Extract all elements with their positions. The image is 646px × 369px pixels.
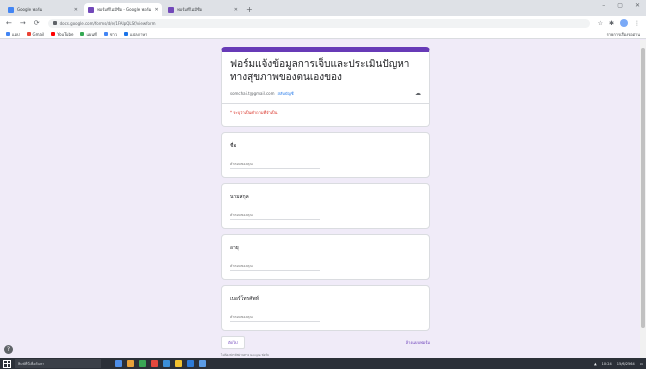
lock-icon (52, 21, 57, 25)
cloud-icon: ☁ (415, 90, 421, 97)
question-label: ชื่อ (230, 143, 237, 149)
forward-icon[interactable]: → (20, 16, 26, 30)
extensions-icon[interactable]: ✱ (609, 20, 614, 27)
question-label: นามสกุล (230, 194, 249, 200)
bookmark-translate[interactable]: แปลภาษา (124, 31, 147, 38)
answer-input-2[interactable] (230, 213, 320, 220)
required-note: * ระบุว่าเป็นคำถามที่จำเป็น (230, 110, 278, 115)
reload-icon[interactable]: ⟳ (34, 16, 40, 30)
account-row: somchai.t@gmail.com สลับบัญชี ☁ (230, 90, 421, 97)
bookmark-youtube[interactable]: YouTube (51, 32, 73, 37)
bookmark-news[interactable]: ข่าว (103, 31, 117, 38)
answer-input-3[interactable] (230, 264, 320, 271)
taskbar-app-icon[interactable] (127, 360, 134, 367)
taskbar-search[interactable]: พิมพ์ที่นี่เพื่อค้นหา (15, 359, 101, 368)
question-card-4: เบอร์โทรศัพท์ (221, 285, 430, 331)
windows-start-icon[interactable] (3, 359, 11, 368)
menu-icon[interactable]: ⋮ (634, 20, 640, 27)
star-icon[interactable]: ☆ (598, 20, 603, 27)
taskbar-search-text: พิมพ์ที่นี่เพื่อค้นหา (18, 361, 45, 366)
new-tab-button[interactable]: + (246, 3, 253, 16)
page-content: ฟอร์มแจ้งข้อมูลการเจ็บและประเมินปัญหาทาง… (0, 40, 640, 358)
bookmark-apps[interactable]: แอป (6, 31, 20, 38)
form-title: ฟอร์มแจ้งข้อมูลการเจ็บและประเมินปัญหาทาง… (230, 59, 410, 83)
os-taskbar: พิมพ์ที่นี่เพื่อค้นหา ▲ 10:24 15/6/2564 … (0, 358, 646, 369)
reading-list[interactable]: รายการเรื่องรออ่าน (607, 31, 640, 38)
docs-icon (8, 6, 14, 13)
answer-input-1[interactable] (230, 162, 320, 169)
next-button[interactable]: ถัดไป (221, 336, 245, 349)
network-icon[interactable]: ▲ (594, 362, 597, 366)
question-label: อายุ (230, 245, 239, 251)
close-window-button[interactable]: ✕ (635, 2, 640, 9)
tab-title: Google ฟอร์ม (17, 7, 43, 12)
switch-account-link[interactable]: สลับบัญชี (278, 90, 294, 97)
taskbar-app-icon[interactable] (175, 360, 182, 367)
browser-tab-3[interactable]: ฟอร์มที่ไม่มีชื่อ ✕ (164, 3, 242, 16)
taskbar-app-icon[interactable] (199, 360, 206, 367)
form-footer: ถัดไป ล้างแบบฟอร์ม (221, 336, 430, 349)
tab-title: ฟอร์มที่ไม่มีชื่อ (177, 7, 203, 12)
forms-icon (88, 6, 94, 13)
bookmark-gmail[interactable]: Gmail (26, 32, 44, 37)
browser-tabstrip: Google ฟอร์ม ✕ ฟอร์มที่ไม่มีชื่อ - Googl… (0, 0, 646, 16)
close-icon[interactable]: ✕ (74, 7, 78, 13)
browser-tab-2[interactable]: ฟอร์มที่ไม่มีชื่อ - Google ฟอร์ม ✕ (84, 3, 162, 16)
scrollbar-thumb[interactable] (641, 48, 645, 328)
news-icon (103, 32, 108, 36)
page-scrollbar[interactable] (640, 40, 646, 358)
account-email: somchai.t@gmail.com (230, 91, 275, 96)
translate-icon (124, 32, 128, 36)
minimize-button[interactable]: – (602, 2, 605, 9)
apps-icon (6, 32, 10, 36)
close-icon[interactable]: ✕ (154, 7, 158, 13)
system-tray: ▲ 10:24 15/6/2564 ▭ (594, 362, 643, 366)
close-icon[interactable]: ✕ (234, 7, 238, 13)
taskbar-app-icon[interactable] (115, 360, 122, 367)
clock-date[interactable]: 15/6/2564 (617, 362, 635, 366)
window-controls: – ▢ ✕ (602, 2, 640, 9)
forms-icon (168, 6, 174, 13)
toolbar-icons: ☆ ✱ ⋮ (598, 19, 640, 27)
form-header-card: ฟอร์มแจ้งข้อมูลการเจ็บและประเมินปัญหาทาง… (221, 47, 430, 127)
maximize-button[interactable]: ▢ (617, 2, 623, 9)
question-label: เบอร์โทรศัพท์ (230, 296, 260, 302)
question-card-2: นามสกุล (221, 183, 430, 229)
tab-title: ฟอร์มที่ไม่มีชื่อ - Google ฟอร์ม (97, 7, 152, 12)
taskbar-app-icon[interactable] (151, 360, 158, 367)
address-text: docs.google.com/forms/d/e/1FAIpQLSf/view… (59, 20, 156, 26)
profile-avatar[interactable] (620, 19, 628, 27)
taskbar-apps (115, 360, 206, 367)
gmail-icon (26, 32, 31, 36)
maps-icon (80, 32, 85, 36)
question-card-3: อายุ (221, 234, 430, 280)
address-bar[interactable]: docs.google.com/forms/d/e/1FAIpQLSf/view… (47, 18, 590, 28)
clear-form-link[interactable]: ล้างแบบฟอร์ม (406, 339, 430, 346)
youtube-icon (51, 32, 56, 36)
taskbar-app-icon[interactable] (163, 360, 170, 367)
back-icon[interactable]: ← (6, 16, 12, 30)
answer-input-4[interactable] (230, 315, 320, 322)
bookmarks-bar: แอป Gmail YouTube แผนที่ ข่าว แปลภาษา รา… (0, 30, 646, 39)
taskbar-app-icon[interactable] (187, 360, 194, 367)
notification-icon[interactable]: ▭ (640, 362, 643, 366)
google-form: ฟอร์มแจ้งข้อมูลการเจ็บและประเมินปัญหาทาง… (221, 47, 430, 358)
browser-tab-1[interactable]: Google ฟอร์ม ✕ (4, 3, 82, 16)
clock-time[interactable]: 10:24 (602, 362, 612, 366)
question-card-1: ชื่อ (221, 132, 430, 178)
bookmark-maps[interactable]: แผนที่ (80, 31, 97, 38)
help-icon[interactable]: ? (4, 345, 13, 354)
browser-toolbar: ← → ⟳ docs.google.com/forms/d/e/1FAIpQLS… (0, 16, 646, 30)
taskbar-app-icon[interactable] (139, 360, 146, 367)
divider (222, 103, 429, 104)
